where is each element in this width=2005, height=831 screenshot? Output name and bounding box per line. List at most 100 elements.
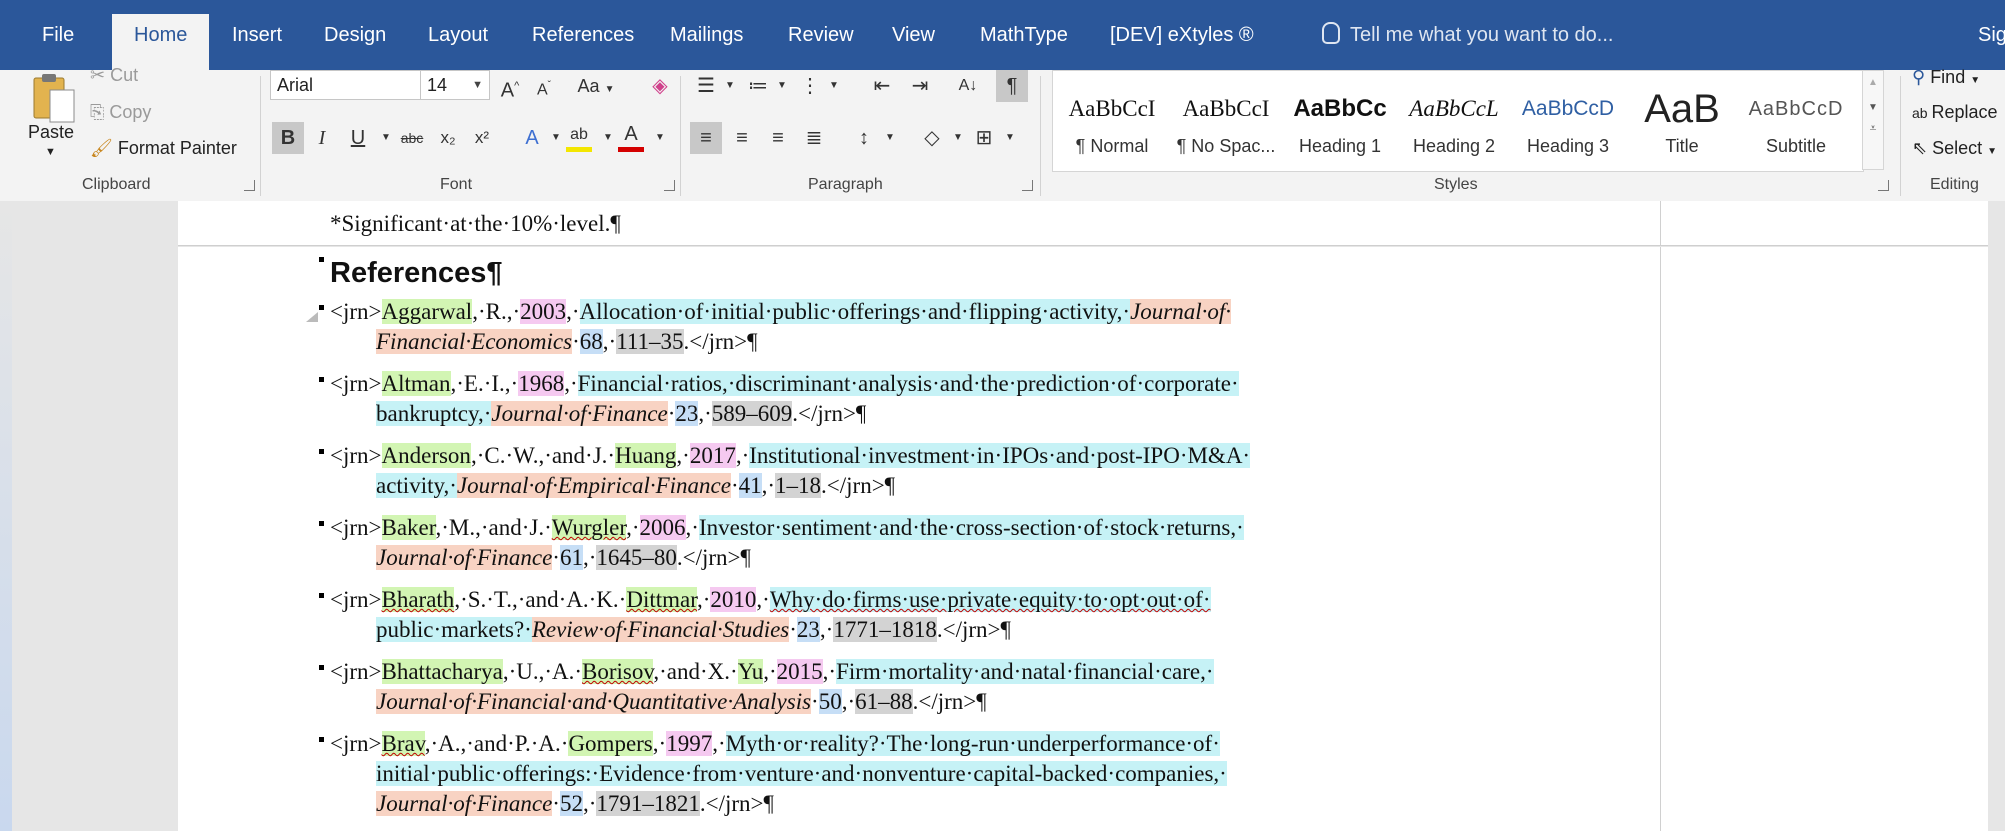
shrink-font-button[interactable]: Aˇ: [528, 70, 560, 102]
paragraph-mark: [319, 593, 324, 598]
style-heading-1[interactable]: AaBbCc Heading 1: [1284, 78, 1396, 166]
tab-mailings[interactable]: Mailings: [670, 14, 743, 56]
strikethrough-button[interactable]: abc: [396, 122, 428, 154]
show-formatting-marks-icon[interactable]: ¶: [996, 70, 1028, 102]
ref-jrnl-segment: Journal·of·Finance: [376, 545, 553, 570]
page-current[interactable]: References¶ <jrn>Aggarwal,·R.,·2003,·All…: [178, 247, 1988, 831]
ref-vol-segment: 23: [796, 617, 820, 642]
ref-year-segment: 2003: [520, 299, 567, 324]
replace-button[interactable]: ab Replace: [1912, 102, 1998, 123]
tab-references[interactable]: References: [532, 14, 634, 56]
chevron-down-icon[interactable]: ▼: [874, 122, 906, 154]
reference-line[interactable]: bankruptcy,·Journal·of·Finance·23,·589–6…: [376, 401, 866, 427]
tab-insert[interactable]: Insert: [232, 14, 282, 56]
superscript-button[interactable]: x²: [466, 122, 498, 154]
font-color-icon[interactable]: A: [618, 122, 644, 152]
grow-font-button[interactable]: A^: [494, 70, 526, 102]
align-center-icon[interactable]: ≡: [726, 122, 758, 154]
style-title[interactable]: AaB Title: [1626, 78, 1738, 166]
ref-title-segment: Investor·sentiment·and·the·cross-section…: [698, 515, 1244, 540]
margin-guide-line: [1660, 247, 1661, 831]
style-subtitle[interactable]: AaBbCcD Subtitle: [1740, 78, 1852, 166]
bold-button[interactable]: B: [272, 122, 304, 154]
decrease-indent-icon[interactable]: ⇤: [866, 70, 898, 102]
ref-vol-segment: 23: [675, 401, 699, 426]
font-size-select[interactable]: 14 ▼: [420, 70, 490, 100]
reference-line[interactable]: <jrn>Bhattacharya,·U.,·A.·Borisov,·and·X…: [330, 659, 1214, 685]
collapse-triangle-icon[interactable]: [306, 312, 318, 322]
style-heading-3[interactable]: AaBbCcD Heading 3: [1512, 78, 1624, 166]
copy-button[interactable]: ⎘ Copy: [90, 102, 151, 123]
highlight-color-icon[interactable]: ab: [566, 122, 592, 152]
ref-text-segment: <jrn>: [330, 371, 382, 396]
ref-text-segment: ,·U.,·A.·: [502, 659, 583, 684]
tab-layout[interactable]: Layout: [428, 14, 488, 56]
reference-line[interactable]: activity,·Journal·of·Empirical·Finance·4…: [376, 473, 895, 499]
paragraph-mark: [319, 737, 324, 742]
gallery-more-icon[interactable]: ⩡: [1863, 121, 1883, 136]
page-previous[interactable]: *Significant·at·the·10%·level.¶: [178, 201, 1988, 246]
chevron-up-icon[interactable]: ▲: [1863, 77, 1883, 88]
styles-gallery-scroller[interactable]: ▲ ▼ ⩡: [1862, 70, 1884, 170]
chevron-down-icon[interactable]: ▼: [1863, 102, 1883, 113]
justify-icon[interactable]: ≣: [798, 122, 830, 154]
clipboard-launcher-icon[interactable]: [244, 180, 255, 191]
tell-me-search[interactable]: Tell me what you want to do...: [1322, 14, 1613, 56]
chevron-down-icon[interactable]: ▼: [644, 122, 676, 154]
reference-line[interactable]: <jrn>Anderson,·C.·W.,·and·J.·Huang,·2017…: [330, 443, 1251, 469]
sort-icon[interactable]: A↓: [952, 70, 984, 102]
reference-line[interactable]: public·markets?·Review·of·Financial·Stud…: [376, 617, 1011, 643]
ref-title-segment: Institutional·investment·in·IPOs·and·pos…: [749, 443, 1251, 468]
style-normal[interactable]: AaBbCcI ¶ Normal: [1056, 78, 1168, 166]
tab-view[interactable]: View: [892, 14, 935, 56]
tab-review[interactable]: Review: [788, 14, 854, 56]
align-right-icon[interactable]: ≡: [762, 122, 794, 154]
sign-in-link[interactable]: Sig: [1978, 14, 2005, 56]
paste-dropdown-icon[interactable]: ▼: [45, 146, 56, 158]
font-launcher-icon[interactable]: [664, 180, 675, 191]
tab-design[interactable]: Design: [324, 14, 386, 56]
reference-line[interactable]: <jrn>Bharath,·S.·T.,·and·A.·K.·Dittmar,·…: [330, 587, 1211, 613]
styles-launcher-icon[interactable]: [1878, 180, 1889, 191]
chevron-down-icon[interactable]: ▼: [818, 70, 850, 102]
reference-line[interactable]: <jrn>Baker,·M.,·and·J.·Wurgler,·2006,·In…: [330, 515, 1244, 541]
reference-line[interactable]: <jrn>Brav,·A.,·and·P.·A.·Gompers,·1997,·…: [330, 731, 1220, 757]
format-painter-button[interactable]: 🖌 Format Painter: [90, 138, 237, 159]
paragraph-launcher-icon[interactable]: [1022, 180, 1033, 191]
tab-mathtype[interactable]: MathType: [980, 14, 1068, 56]
table-footnote[interactable]: *Significant·at·the·10%·level.¶: [330, 211, 621, 237]
chevron-down-icon[interactable]: ▼: [994, 122, 1026, 154]
select-button[interactable]: ⇖ Select ▼: [1912, 138, 1997, 159]
chevron-down-icon: ▼: [472, 79, 483, 91]
tab-file[interactable]: File: [42, 14, 74, 56]
tab-extyles[interactable]: [DEV] eXtyles ®: [1110, 14, 1254, 56]
cut-button[interactable]: ✂ Cut: [90, 65, 138, 86]
ref-text-segment: ·: [789, 617, 797, 642]
tab-home[interactable]: Home: [112, 14, 210, 70]
change-case-button[interactable]: Aa ▼: [574, 70, 618, 102]
subscript-button[interactable]: x₂: [432, 122, 464, 154]
paste-label[interactable]: Paste: [28, 122, 74, 143]
align-left-icon[interactable]: ≡: [690, 122, 722, 154]
style-no-spacing[interactable]: AaBbCcI ¶ No Spac...: [1170, 78, 1282, 166]
reference-line[interactable]: Financial·Economics·68,·111–35.</jrn>¶: [376, 329, 758, 355]
ref-auth-segment: Altman: [381, 371, 451, 396]
italic-button[interactable]: I: [306, 122, 338, 154]
tell-me-text: Tell me what you want to do...: [1350, 24, 1614, 46]
paragraph-mark: [319, 377, 324, 382]
references-heading[interactable]: References¶: [330, 257, 503, 290]
style-heading-2[interactable]: AaBbCcL Heading 2: [1398, 78, 1510, 166]
ref-vol-segment: 68: [579, 329, 603, 354]
reference-line[interactable]: initial·public·offerings:·Evidence·from·…: [376, 761, 1227, 787]
reference-line[interactable]: Journal·of·Financial·and·Quantitative·An…: [376, 689, 987, 715]
paragraph-mark: [319, 257, 324, 262]
reference-line[interactable]: <jrn>Altman,·E.·I.,·1968,·Financial·rati…: [330, 371, 1239, 397]
reference-line[interactable]: Journal·of·Finance·52,·1791–1821.</jrn>¶: [376, 791, 774, 817]
reference-line[interactable]: Journal·of·Finance·61,·1645–80.</jrn>¶: [376, 545, 751, 571]
clear-formatting-icon[interactable]: ◈: [644, 70, 676, 102]
ref-text-segment: <jrn>: [330, 587, 382, 612]
increase-indent-icon[interactable]: ⇥: [904, 70, 936, 102]
find-button[interactable]: ⚲ Find ▼: [1912, 67, 1980, 88]
paste-icon: [33, 74, 75, 123]
reference-line[interactable]: <jrn>Aggarwal,·R.,·2003,·Allocation·of·i…: [330, 299, 1232, 325]
